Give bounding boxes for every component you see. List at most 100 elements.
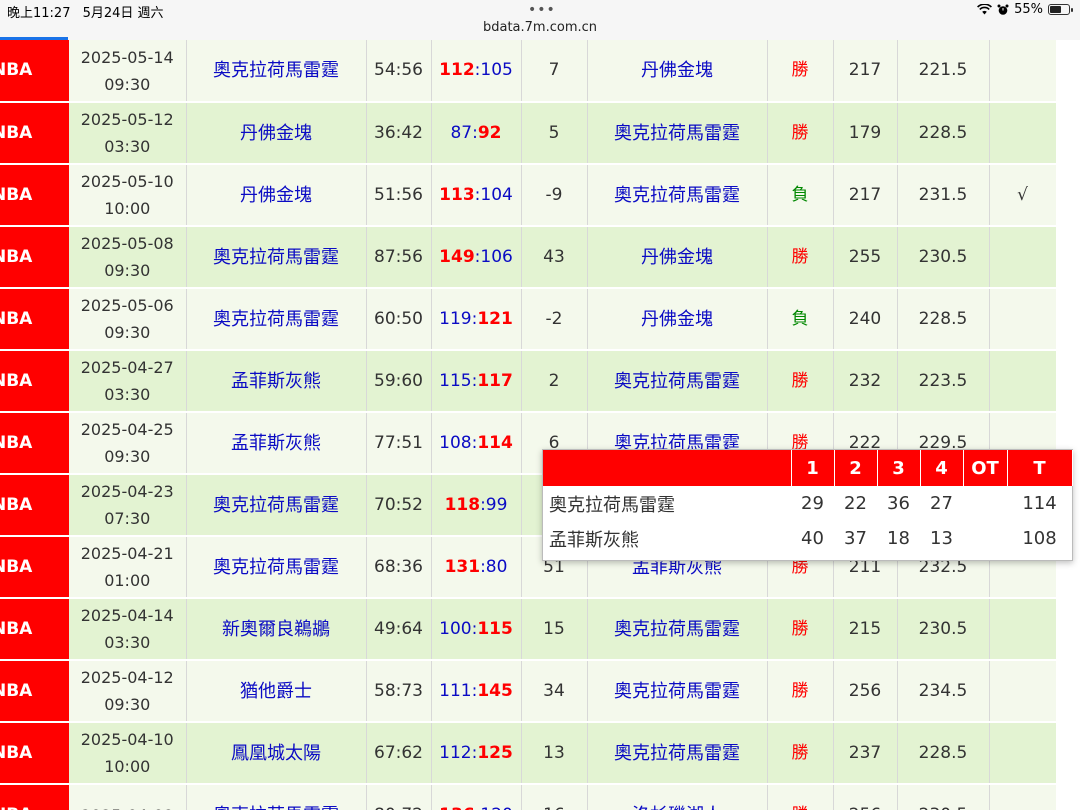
away-team-link[interactable]: 奧克拉荷馬雷霆 (587, 660, 768, 723)
popup-quarter-score: 22 (834, 486, 877, 521)
half-score: 49:64 (366, 598, 432, 661)
total-points: 240 (833, 288, 898, 351)
match-date: 2025-04-09 (69, 802, 185, 810)
match-time: 09:30 (104, 74, 151, 94)
popup-quarter-score (963, 486, 1007, 521)
full-score[interactable]: 111:145 (431, 660, 522, 723)
score-b: 80 (485, 556, 508, 577)
match-datetime: 2025-04-14 03:30 (69, 598, 187, 661)
total-line: 234.5 (897, 660, 990, 723)
league-label: NBA (0, 618, 33, 639)
league-cell[interactable]: NBA (0, 164, 69, 227)
league-cell[interactable]: NBA (0, 536, 69, 599)
score-b: 99 (485, 494, 508, 515)
total-line: 231.5 (897, 164, 990, 227)
full-score[interactable]: 136:120 (431, 784, 522, 810)
popup-quarter-score: 37 (834, 521, 877, 556)
popup-quarter-score: 13 (920, 521, 963, 556)
score-a: 119 (439, 308, 472, 329)
away-team-link[interactable]: 奧克拉荷馬雷霆 (587, 722, 768, 785)
home-team-link[interactable]: 奧克拉荷馬雷霆 (186, 536, 367, 599)
table-row: NBA 2025-05-12 03:30 丹佛金塊36:4287:925奧克拉荷馬雷霆… (0, 102, 1056, 165)
league-cell[interactable]: NBA (0, 412, 69, 475)
more-dots-icon[interactable]: ••• (528, 2, 556, 18)
away-team-link[interactable]: 丹佛金塊 (587, 288, 768, 351)
match-date: 2025-04-21 (80, 544, 174, 563)
league-cell[interactable]: NBA (0, 784, 69, 810)
address-url[interactable]: bdata.7m.com.cn (0, 20, 1080, 35)
match-date: 2025-05-06 (80, 296, 174, 315)
home-team-link[interactable]: 鳳凰城太陽 (186, 722, 367, 785)
home-team-link[interactable]: 猶他爵士 (186, 660, 367, 723)
battery-percent: 55% (1014, 2, 1043, 17)
home-team-link[interactable]: 奧克拉荷馬雷霆 (186, 40, 367, 103)
league-cell[interactable]: NBA (0, 660, 69, 723)
score-a: 136 (439, 805, 475, 810)
full-score[interactable]: 100:115 (431, 598, 522, 661)
popup-header-cell: 2 (834, 450, 878, 486)
match-datetime: 2025-04-27 03:30 (69, 350, 187, 413)
half-score: 58:73 (366, 660, 432, 723)
away-team-link[interactable]: 丹佛金塊 (587, 226, 768, 289)
home-team-link[interactable]: 奧克拉荷馬雷霆 (186, 226, 367, 289)
results-table: NBA2025-05-1409:30奧克拉荷馬雷霆54:56112:1057丹佛… (0, 40, 1056, 810)
match-datetime: 2025-04-10 10:00 (69, 722, 187, 785)
score-b: 104 (480, 184, 513, 205)
league-cell[interactable]: NBA (0, 350, 69, 413)
away-team-link[interactable]: 奧克拉荷馬雷霆 (587, 164, 768, 227)
home-team-link[interactable]: 奧克拉荷馬雷霆 (186, 474, 367, 537)
half-score: 87:56 (366, 226, 432, 289)
league-cell[interactable]: NBA (0, 722, 69, 785)
popup-quarter-score: 108 (1007, 521, 1072, 556)
match-datetime: 2025-05-06 09:30 (69, 288, 187, 351)
league-cell[interactable]: NBA (0, 226, 69, 289)
match-date: 2025-04-10 (80, 730, 174, 749)
full-score[interactable]: 119:121 (431, 288, 522, 351)
home-team-link[interactable]: 新奧爾良鵜鶘 (186, 598, 367, 661)
popup-team-row: 孟菲斯灰熊 40 37 18 13 108 (543, 521, 1072, 556)
full-score[interactable]: 87:92 (431, 102, 522, 165)
away-team-link[interactable]: 奧克拉荷馬雷霆 (587, 102, 768, 165)
full-score[interactable]: 118:99 (431, 474, 522, 537)
home-team-link[interactable]: 奧克拉荷馬雷霆 (186, 288, 367, 351)
full-score[interactable]: 113:104 (431, 164, 522, 227)
away-team-link[interactable]: 奧克拉荷馬雷霆 (587, 350, 768, 413)
half-score: 67:62 (366, 722, 432, 785)
home-team-link[interactable]: 孟菲斯灰熊 (186, 350, 367, 413)
full-score[interactable]: 108:114 (431, 412, 522, 475)
home-team-link[interactable]: 孟菲斯灰熊 (186, 412, 367, 475)
league-cell[interactable]: NBA (0, 474, 69, 537)
popup-team-name: 孟菲斯灰熊 (543, 521, 791, 556)
full-score[interactable]: 131:80 (431, 536, 522, 599)
popup-header-cell: 4 (920, 450, 964, 486)
point-diff: 43 (521, 226, 588, 289)
point-diff: -2 (521, 288, 588, 351)
popup-header-cell: 1 (791, 450, 835, 486)
away-team-link[interactable]: 洛杉磯湖人 (587, 784, 768, 810)
away-team-link[interactable]: 丹佛金塊 (587, 40, 768, 103)
total-points: 255 (833, 226, 898, 289)
popup-quarter-score: 40 (791, 521, 834, 556)
league-label: NBA (0, 432, 33, 453)
league-label: NBA (0, 246, 33, 267)
full-score[interactable]: 149:106 (431, 226, 522, 289)
score-a: 100 (439, 618, 472, 639)
away-team-link[interactable]: 奧克拉荷馬雷霆 (587, 598, 768, 661)
table-row: NBA 2025-04-12 09:30 猶他爵士58:73111:14534奧克拉荷… (0, 660, 1056, 723)
score-b: 145 (477, 680, 513, 701)
half-score: 51:56 (366, 164, 432, 227)
total-points: 179 (833, 102, 898, 165)
full-score[interactable]: 115:117 (431, 350, 522, 413)
league-cell[interactable]: NBA (0, 40, 69, 103)
home-team-link[interactable]: 丹佛金塊 (186, 102, 367, 165)
home-team-link[interactable]: 奧克拉荷馬雷霆 (186, 784, 367, 810)
league-cell[interactable]: NBA (0, 288, 69, 351)
match-date: 2025-04-14 (80, 606, 174, 625)
score-a: 112 (439, 60, 475, 80)
league-label: NBA (0, 60, 33, 80)
league-cell[interactable]: NBA (0, 102, 69, 165)
home-team-link[interactable]: 丹佛金塊 (186, 164, 367, 227)
league-cell[interactable]: NBA (0, 598, 69, 661)
full-score[interactable]: 112:125 (431, 722, 522, 785)
full-score[interactable]: 112:105 (431, 40, 522, 103)
